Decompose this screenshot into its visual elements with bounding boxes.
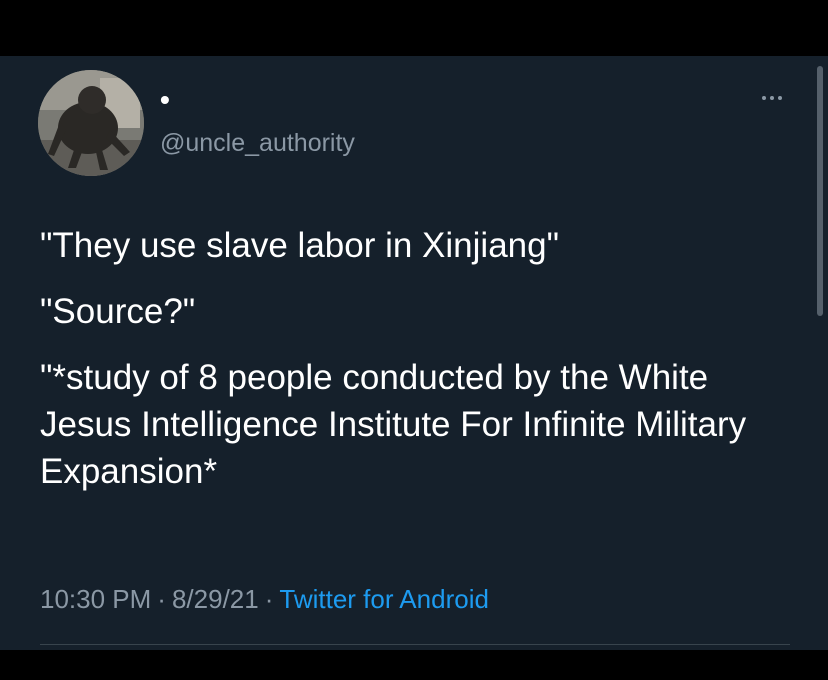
screenshot-frame: • @uncle_authority "They use slave labor… [0, 0, 828, 680]
tweet-text: "They use slave labor in Xinjiang" "Sour… [40, 222, 800, 514]
tweet-date[interactable]: 8/29/21 [172, 584, 259, 614]
statue-avatar-icon [38, 70, 144, 176]
tweet-line: "Source?" [40, 292, 196, 331]
avatar[interactable] [38, 70, 144, 176]
tweet-time[interactable]: 10:30 PM [40, 584, 151, 614]
tweet-card: • @uncle_authority "They use slave labor… [0, 56, 828, 650]
more-dot [762, 96, 766, 100]
tweet-meta: 10:30 PM · 8/29/21 · Twitter for Android [40, 582, 489, 616]
tweet-line: "*study of 8 people conducted by the Whi… [40, 358, 747, 491]
username[interactable]: @uncle_authority [160, 128, 355, 158]
tweet-line: "They use slave labor in Xinjiang" [40, 226, 560, 265]
display-name[interactable]: • [160, 86, 170, 114]
more-dot [778, 96, 782, 100]
meta-separator: · [264, 584, 274, 614]
more-dot [770, 96, 774, 100]
more-options-icon[interactable] [752, 88, 792, 108]
tweet-source-link[interactable]: Twitter for Android [279, 584, 489, 614]
divider [40, 644, 790, 645]
scrollbar[interactable] [817, 66, 823, 316]
meta-separator: · [157, 584, 166, 614]
